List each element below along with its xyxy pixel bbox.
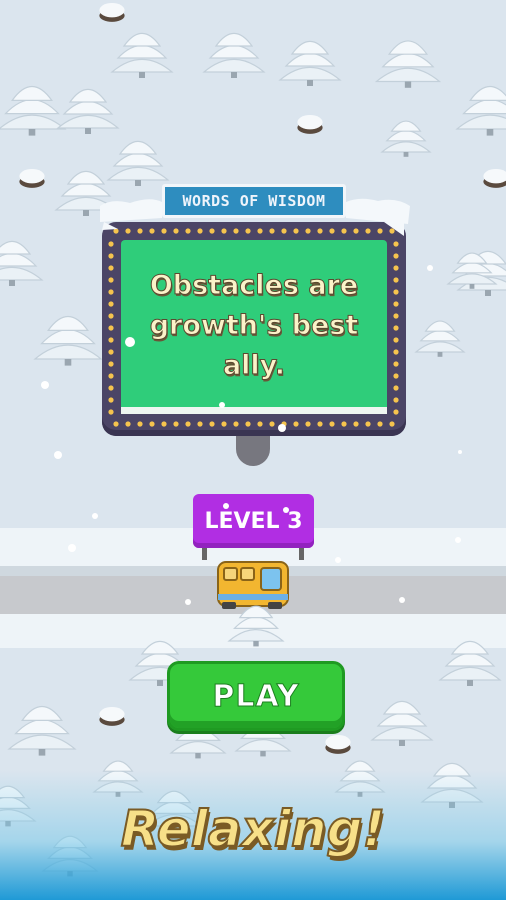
snowy-pine-tree-icon (7, 705, 77, 756)
snowy-pine-tree-icon (370, 700, 434, 746)
play-button-label: PLAY (212, 678, 300, 714)
snowy-forest-foreground (0, 605, 502, 877)
tagline-text: Relaxing! (120, 799, 386, 859)
tagline: Relaxing! (0, 799, 506, 859)
play-button[interactable]: PLAY (167, 661, 345, 731)
game-scene: Obstacles are growth's best ally. WORDS … (0, 0, 506, 900)
snow-stump-icon (325, 735, 351, 754)
snow-stump-icon (99, 707, 125, 726)
snowy-pine-tree-icon (227, 605, 285, 647)
snowy-pine-tree-icon (438, 640, 502, 686)
